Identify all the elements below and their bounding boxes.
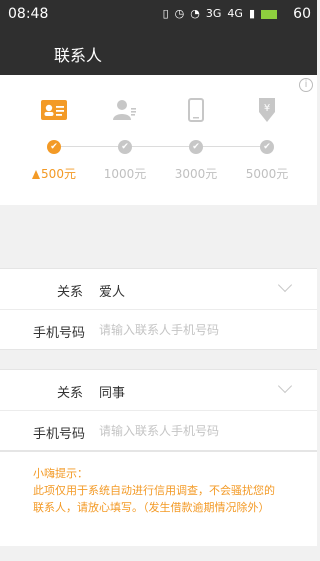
relation-select[interactable]: 爱人 (99, 281, 125, 300)
title-bar: 联系人 (0, 30, 317, 75)
step-3000: ✔ 3000元 (166, 97, 226, 182)
relation-select[interactable]: 同事 (99, 382, 125, 401)
chevron-down-icon[interactable] (277, 277, 293, 293)
relation-row[interactable]: 关系 爱人 (0, 269, 317, 309)
signal-icon: ▮ (248, 7, 255, 20)
phone-input[interactable] (99, 320, 299, 340)
phone-row: 手机号码 (0, 410, 317, 450)
vibrate-icon: ▯ (162, 7, 169, 20)
tips-panel: 小嗨提示： 此项仅用于系统自动进行信用调查，不会骚扰您的联系人，请放心填写。（发… (0, 451, 317, 546)
check-icon: ✔ (260, 140, 274, 154)
page-title: 联系人 (54, 46, 103, 65)
step-amount: 3000元 (174, 167, 218, 181)
phone-label: 手机号码 (33, 326, 86, 341)
yen-coin-icon: ¥ (254, 97, 280, 123)
signal-label: 4G (227, 7, 243, 20)
relation-row[interactable]: 关系 同事 (0, 370, 317, 410)
info-icon[interactable]: i (299, 78, 313, 92)
svg-text:¥: ¥ (264, 103, 270, 114)
relation-label: 关系 (57, 285, 84, 300)
phone-icon (183, 97, 209, 123)
relation-label: 关系 (57, 386, 84, 401)
phone-row: 手机号码 (0, 309, 317, 349)
step-1000: ✔ 1000元 (95, 97, 155, 182)
phone-label: 手机号码 (33, 427, 86, 442)
contact-group-1: 关系 爱人 手机号码 (0, 268, 317, 350)
step-500: ✔ 500元 (24, 97, 84, 182)
tips-title: 小嗨提示： (33, 467, 88, 480)
status-bar: 08:48 ▯ ◷ ◔ 3G 4G ▮ 60 (0, 0, 317, 30)
progress-track (54, 146, 266, 147)
check-icon: ✔ (118, 140, 132, 154)
current-marker-icon (32, 170, 41, 179)
status-icons: ▯ ◷ ◔ 3G 4G ▮ (163, 7, 277, 21)
chevron-down-icon[interactable] (277, 378, 293, 394)
credit-progress: i ✔ 500元 ✔ 1000元 ✔ 3000元 ¥ ✔ 5000元 (0, 75, 317, 205)
check-icon: ✔ (189, 140, 203, 154)
step-amount: 500元 (24, 165, 84, 182)
tips-text: 此项仅用于系统自动进行信用调查，不会骚扰您的联系人，请放心填写。（发生借款逾期情… (33, 484, 275, 514)
alarm-icon: ◷ (174, 7, 185, 20)
phone-input[interactable] (99, 421, 299, 441)
step-amount: 1000元 (103, 167, 147, 181)
wifi-icon: ◔ (190, 7, 200, 20)
status-time: 08:48 (8, 6, 49, 22)
step-amount: 5000元 (245, 167, 289, 181)
contact-person-icon (112, 97, 138, 123)
step-5000: ¥ ✔ 5000元 (237, 97, 297, 182)
id-card-icon (41, 97, 67, 123)
battery-level: 60 (293, 6, 311, 22)
battery-icon (261, 9, 277, 19)
check-icon: ✔ (47, 140, 61, 154)
contact-group-2: 关系 同事 手机号码 (0, 369, 317, 451)
network-label: 3G (205, 7, 222, 20)
